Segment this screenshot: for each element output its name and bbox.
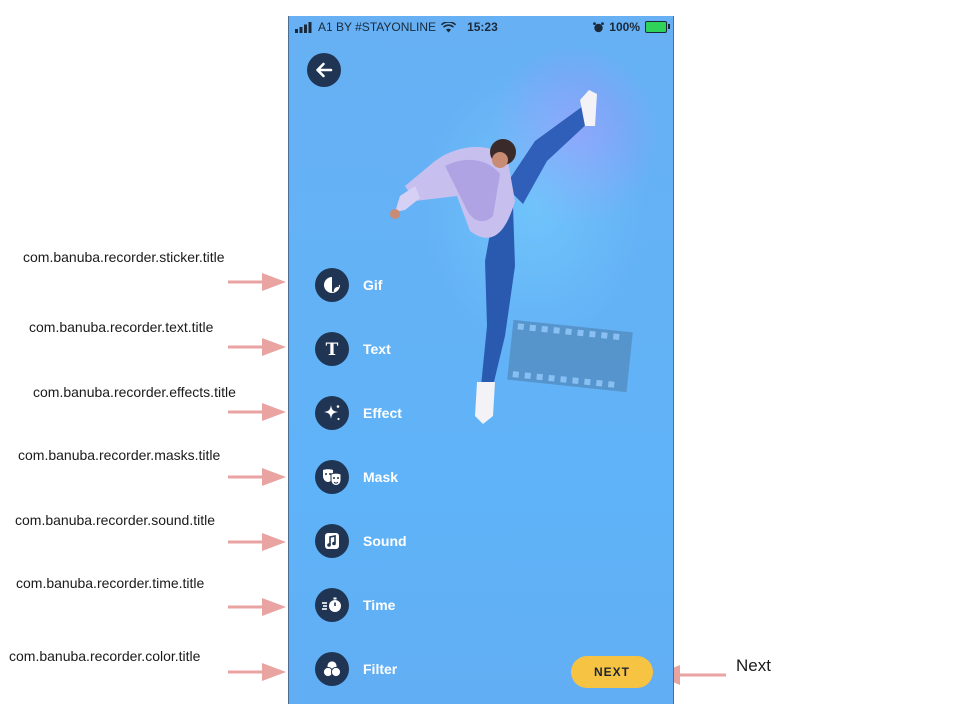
- annotation-arrow-text: [228, 338, 286, 356]
- tool-mask-label: Mask: [363, 469, 399, 485]
- annotation-next: Next: [736, 656, 771, 675]
- annotation-arrow-masks: [228, 468, 286, 486]
- tool-time[interactable]: Time: [315, 587, 395, 623]
- phone-screen: A1 BY #STAYONLINE 15:23 100% Gif T Text …: [288, 16, 674, 704]
- status-bar: A1 BY #STAYONLINE 15:23 100%: [289, 16, 673, 38]
- tool-text[interactable]: T Text: [315, 331, 391, 367]
- tool-gif-label: Gif: [363, 277, 383, 293]
- annotation-time-title: com.banuba.recorder.time.title: [16, 575, 205, 591]
- annotation-sound-title: com.banuba.recorder.sound.title: [15, 512, 216, 528]
- back-button[interactable]: [307, 53, 341, 87]
- annotation-arrow-sticker: [228, 273, 286, 291]
- tool-filter-label: Filter: [363, 661, 398, 677]
- sparkle-icon: [315, 396, 349, 430]
- carrier-name: A1 BY #STAYONLINE: [318, 20, 437, 34]
- annotation-arrow-color: [228, 663, 286, 681]
- filter-icon: [315, 652, 349, 686]
- music-note-icon: [315, 524, 349, 558]
- arrow-left-icon: [316, 62, 333, 78]
- tool-effect-label: Effect: [363, 405, 402, 421]
- dancer-image: [390, 90, 633, 424]
- annotation-text-title: com.banuba.recorder.text.title: [29, 319, 214, 335]
- tool-gif[interactable]: Gif: [315, 267, 382, 303]
- tool-time-label: Time: [363, 597, 396, 613]
- annotation-sticker-title: com.banuba.recorder.sticker.title: [23, 249, 225, 265]
- alarm-icon: [593, 21, 605, 32]
- signal-icon: [295, 21, 312, 33]
- tool-effect[interactable]: Effect: [315, 395, 402, 431]
- status-time: 15:23: [467, 20, 498, 34]
- tool-text-label: Text: [363, 341, 391, 357]
- stopwatch-icon: [315, 588, 349, 622]
- battery-percent: 100%: [609, 20, 640, 34]
- masks-icon: [315, 460, 349, 494]
- annotation-masks-title: com.banuba.recorder.masks.title: [18, 447, 221, 463]
- text-icon: T: [315, 332, 349, 366]
- svg-text:T: T: [326, 340, 339, 358]
- annotation-arrow-sound: [228, 533, 286, 551]
- battery-icon: [645, 21, 670, 33]
- next-button[interactable]: NEXT: [571, 656, 653, 688]
- tool-sound[interactable]: Sound: [315, 523, 407, 559]
- annotation-color-title: com.banuba.recorder.color.title: [9, 648, 201, 664]
- sticker-icon: [315, 268, 349, 302]
- wifi-icon: [441, 21, 457, 32]
- tool-sound-label: Sound: [363, 533, 407, 549]
- annotation-arrow-time: [228, 598, 286, 616]
- tool-filter[interactable]: Filter: [315, 651, 397, 687]
- annotation-arrow-effects: [228, 403, 286, 421]
- annotation-effects-title: com.banuba.recorder.effects.title: [33, 384, 236, 400]
- tool-mask[interactable]: Mask: [315, 459, 398, 495]
